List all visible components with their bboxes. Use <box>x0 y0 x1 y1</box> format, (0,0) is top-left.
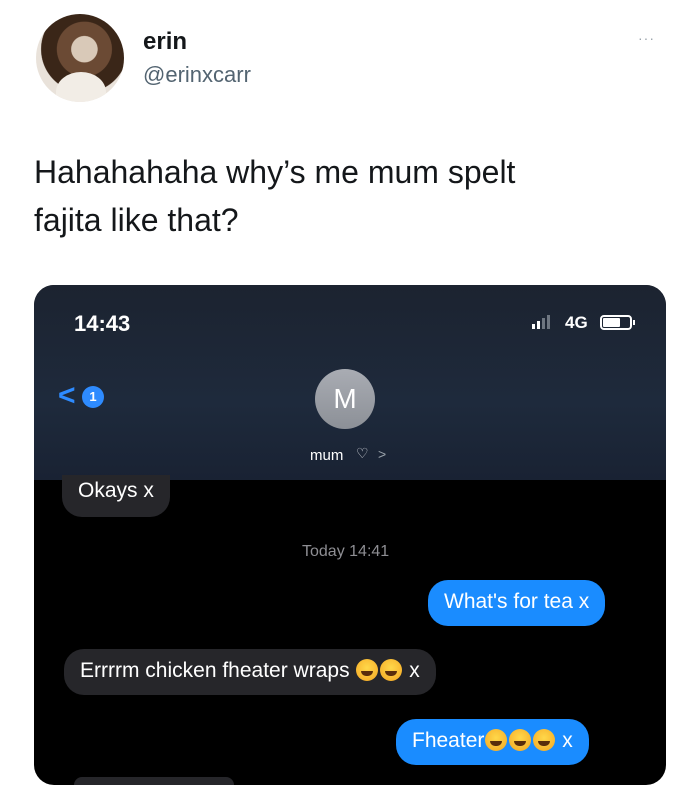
chevron-right-icon[interactable]: > <box>378 446 386 462</box>
rofl-emoji-icon <box>380 659 403 681</box>
message-bubble-incoming[interactable]: Errrrm chicken fheater wraps x <box>64 649 436 695</box>
user-handle[interactable]: @erinxcarr <box>143 62 251 88</box>
network-type: 4G <box>565 313 588 332</box>
signal-strength-icon <box>532 315 550 329</box>
contact-name[interactable]: mum <box>310 447 343 464</box>
message-bubble-outgoing[interactable]: Fheater x <box>396 719 589 765</box>
message-suffix: x <box>409 659 420 682</box>
more-options-icon[interactable]: ··· <box>638 30 655 46</box>
attached-screenshot[interactable]: 14:43 4G < 1 M mum ♡ > Okays x Today 14:… <box>34 285 666 785</box>
messages-header: 14:43 4G < 1 M mum ♡ > <box>34 285 666 480</box>
tweet-text-line: Hahahahaha why’s me mum spelt <box>34 154 516 190</box>
message-text: Errrrm chicken fheater wraps <box>80 659 350 682</box>
message-bubble-incoming[interactable]: Okays x <box>62 475 170 517</box>
battery-icon <box>600 315 635 330</box>
tears-of-joy-emoji-icon <box>533 729 556 751</box>
heart-icon: ♡ <box>356 445 369 461</box>
status-time: 14:43 <box>74 311 131 336</box>
profile-avatar[interactable] <box>36 14 124 102</box>
back-chevron-icon[interactable]: < <box>58 381 76 411</box>
tears-of-joy-emoji-icon <box>509 729 532 751</box>
unread-badge[interactable]: 1 <box>82 386 104 408</box>
message-text: What's for tea x <box>444 590 590 613</box>
display-name[interactable]: erin <box>143 28 187 56</box>
message-text: Fheater <box>412 729 485 752</box>
message-bubble-outgoing[interactable]: What's for tea x <box>428 580 606 626</box>
tears-of-joy-emoji-icon <box>485 729 508 751</box>
tweet-text: Hahahahaha why’s me mum spelt fajita lik… <box>34 148 654 244</box>
rofl-emoji-icon <box>356 659 379 681</box>
message-timestamp: Today 14:41 <box>302 543 390 560</box>
message-bubble-partial <box>74 777 234 785</box>
tweet-text-line: fajita like that? <box>34 202 239 238</box>
message-text: Okays x <box>78 479 154 502</box>
message-suffix: x <box>562 729 573 752</box>
contact-avatar[interactable]: M <box>315 369 375 429</box>
